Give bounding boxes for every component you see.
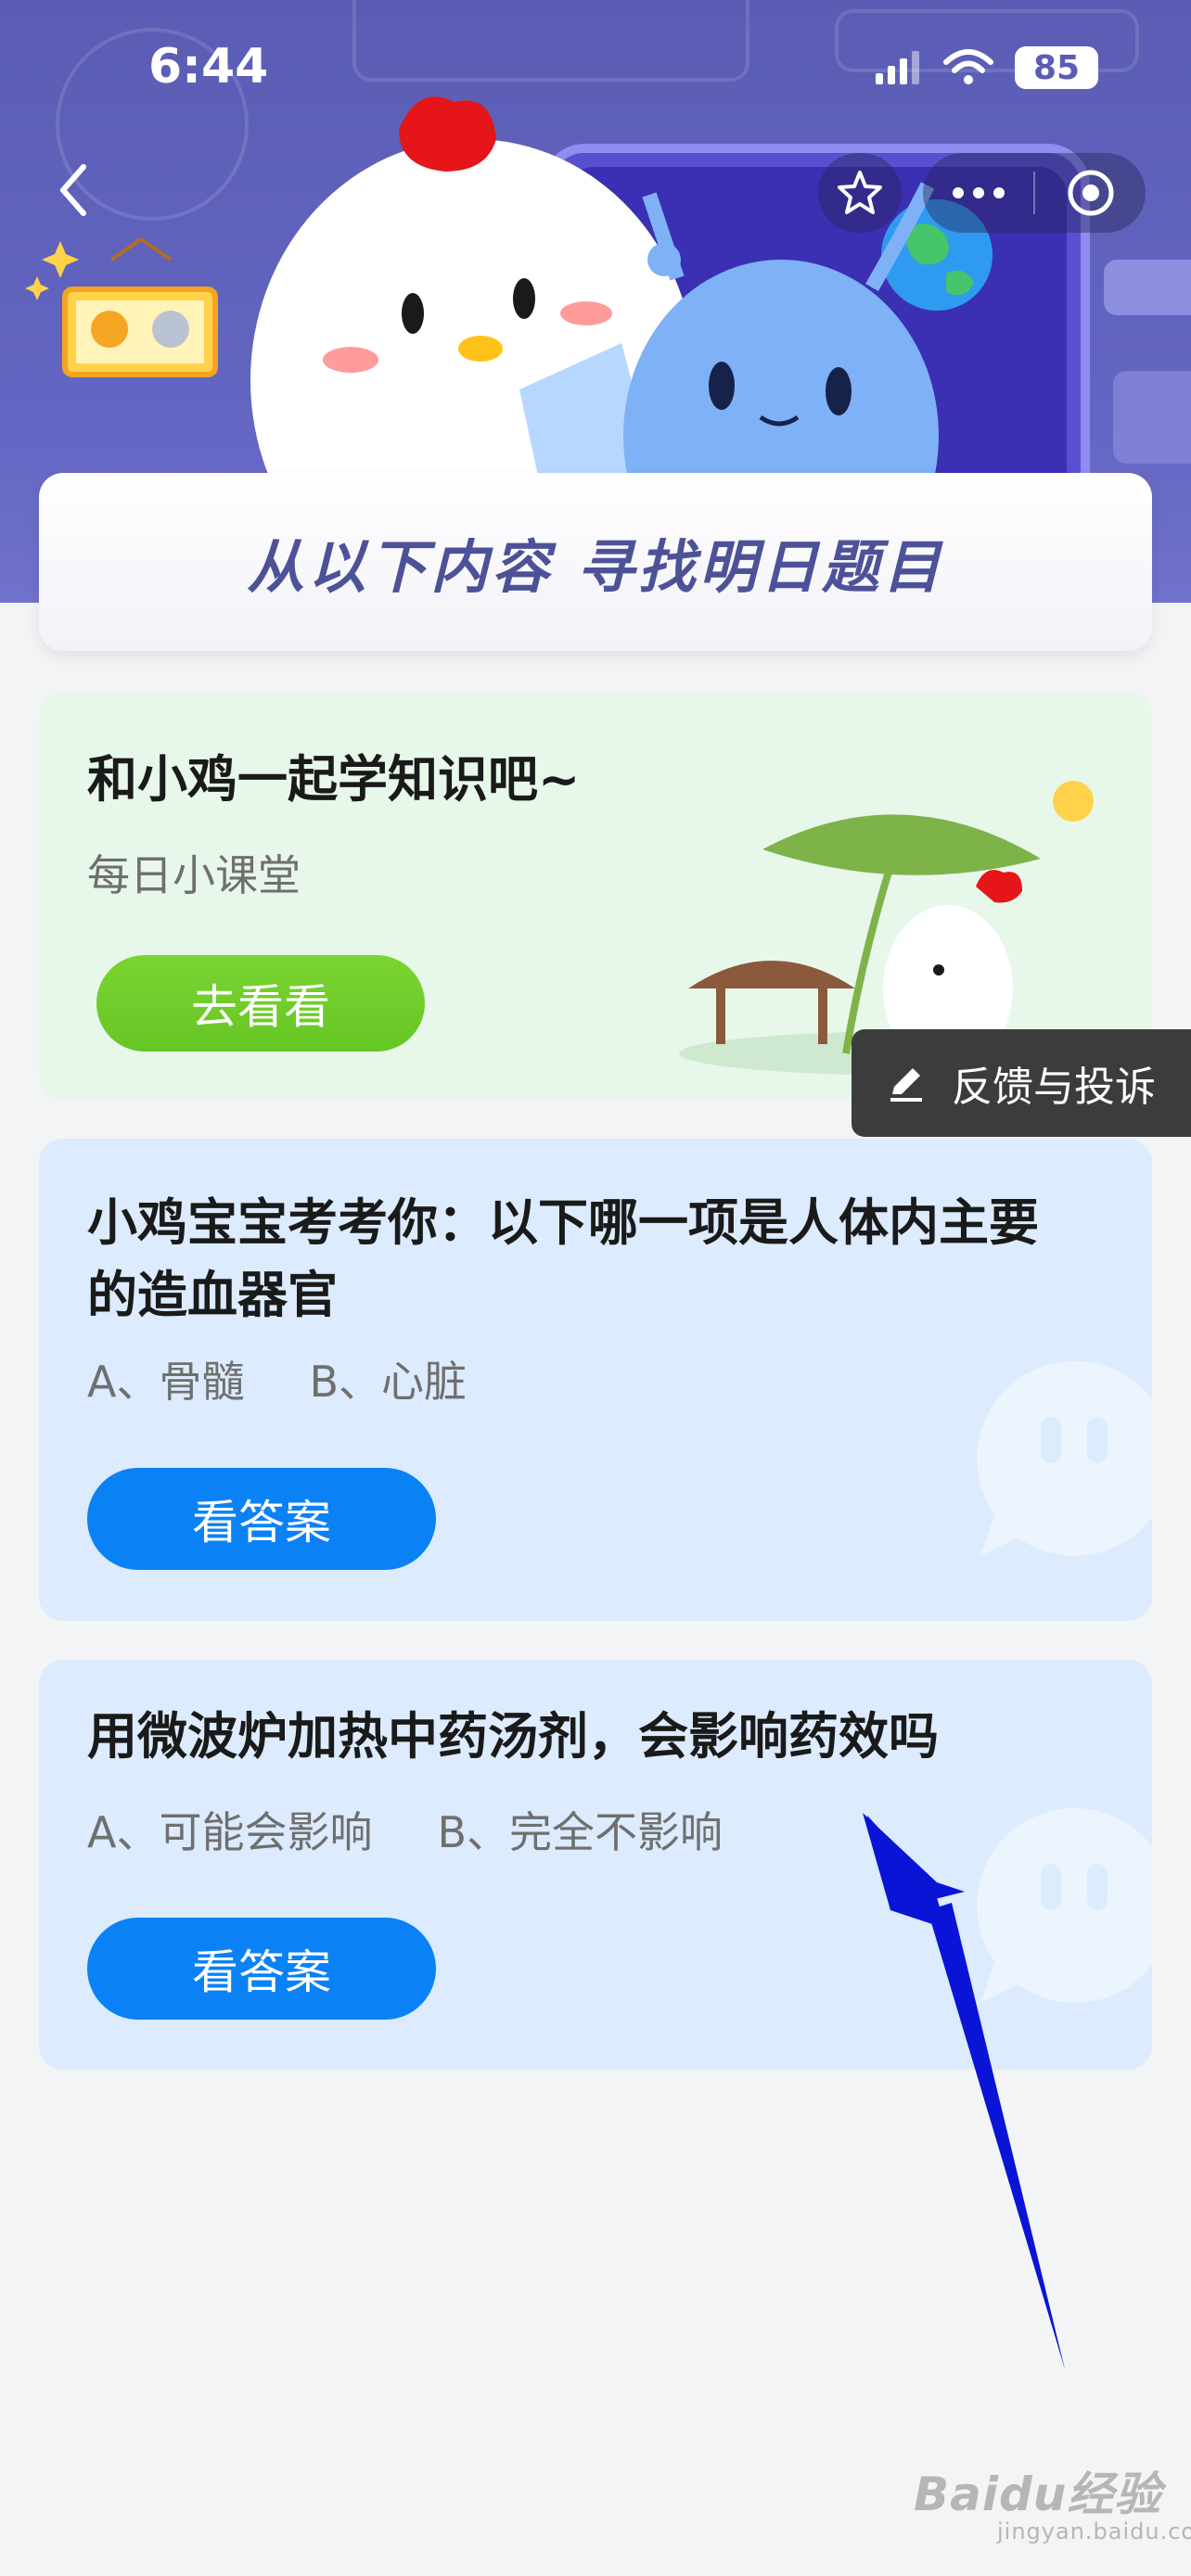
option-b: B、心脏 bbox=[309, 1357, 467, 1407]
lesson-card-subtitle: 每日小课堂 bbox=[87, 850, 301, 900]
question-card: 用微波炉加热中药汤剂，会影响药效吗 A、可能会影响 B、完全不影响 看答案 bbox=[39, 1660, 1152, 2070]
question-title: 小鸡宝宝考考你：以下哪一项是人体内主要的造血器官 bbox=[87, 1193, 1039, 1324]
back-button[interactable] bbox=[46, 158, 102, 223]
chat-bubble-decoration bbox=[977, 1360, 1152, 1556]
star-icon bbox=[838, 171, 882, 214]
go-see-button[interactable]: 去看看 bbox=[96, 955, 425, 1052]
wifi-icon bbox=[943, 49, 993, 84]
status-time: 6:44 bbox=[148, 39, 269, 95]
close-mini-program-button[interactable] bbox=[1035, 153, 1146, 233]
chevron-left-icon bbox=[60, 164, 86, 216]
banner-title: 从以下内容 寻找明日题目 bbox=[247, 533, 944, 601]
target-close-icon bbox=[1068, 170, 1113, 216]
question-card: 小鸡宝宝考考你：以下哪一项是人体内主要的造血器官 A、骨髓 B、心脏 看答案 bbox=[39, 1139, 1152, 1621]
edit-pencil-icon bbox=[890, 1068, 922, 1102]
answer-options: A、可能会影响 B、完全不影响 bbox=[87, 1799, 723, 1860]
baidu-watermark: Baidu经验 jingyan.baidu.com bbox=[914, 2457, 1191, 2544]
view-answer-button[interactable]: 看答案 bbox=[87, 1468, 436, 1570]
watermark-brand: Baidu经验 bbox=[914, 2468, 1162, 2521]
feedback-label: 反馈与投诉 bbox=[952, 1064, 1156, 1111]
mini-program-capsule bbox=[923, 153, 1146, 233]
battery-indicator: 85 bbox=[1015, 46, 1098, 89]
question-title: 用微波炉加热中药汤剂，会影响药效吗 bbox=[87, 1707, 939, 1766]
option-a: A、可能会影响 bbox=[87, 1807, 373, 1857]
watermark-domain: jingyan.baidu.com bbox=[997, 2519, 1191, 2544]
option-b: B、完全不影响 bbox=[437, 1807, 724, 1857]
title-banner: 从以下内容 寻找明日题目 bbox=[39, 473, 1152, 651]
chat-bubble-decoration bbox=[977, 1807, 1152, 2003]
feedback-button[interactable]: 反馈与投诉 bbox=[852, 1029, 1191, 1137]
more-dots-icon bbox=[952, 187, 1005, 198]
option-a: A、骨髓 bbox=[87, 1357, 245, 1407]
status-bar: 6:44 85 bbox=[0, 0, 1191, 139]
signal-icon bbox=[876, 51, 919, 84]
more-button[interactable] bbox=[923, 153, 1033, 233]
status-icons: 85 bbox=[876, 46, 1098, 89]
answer-options: A、骨髓 B、心脏 bbox=[87, 1348, 467, 1409]
favorite-button[interactable] bbox=[818, 153, 902, 233]
view-answer-button[interactable]: 看答案 bbox=[87, 1918, 436, 2020]
